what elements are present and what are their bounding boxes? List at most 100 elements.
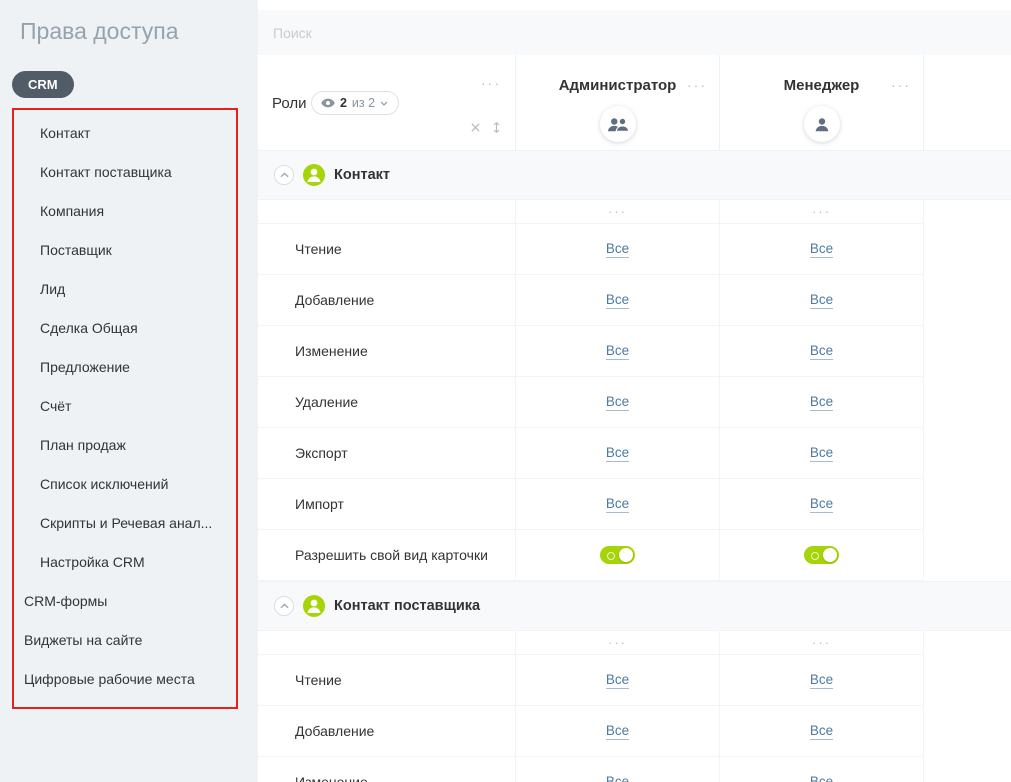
permission-label: Добавление — [258, 275, 516, 326]
section-header: Контакт поставщика — [258, 581, 1011, 631]
row-filler — [924, 631, 1011, 655]
permission-value-link[interactable]: Все — [606, 445, 629, 462]
row-filler — [924, 377, 1011, 428]
role-menu-ellipsis[interactable]: ··· — [687, 77, 707, 93]
permission-cell — [516, 530, 720, 581]
sidebar-item[interactable]: План продаж — [14, 426, 236, 465]
row-filler — [924, 224, 1011, 275]
filter-total: из 2 — [352, 96, 375, 110]
permission-row: Добавление Все Все — [258, 275, 1011, 326]
main-panel: Роли ··· 2 из 2 — [258, 0, 1011, 782]
column-menu-ellipsis[interactable]: ··· — [812, 635, 831, 650]
role-column-header: Менеджер··· — [720, 55, 924, 150]
permission-value-link[interactable]: Все — [606, 394, 629, 411]
search-input[interactable] — [273, 25, 974, 41]
grid-header: Роли ··· 2 из 2 — [258, 55, 1011, 150]
sidebar-item[interactable]: Предложение — [14, 348, 236, 387]
entity-person-icon — [303, 164, 325, 186]
row-filler — [924, 706, 1011, 757]
sidebar-item[interactable]: Компания — [14, 192, 236, 231]
collapse-section-button[interactable] — [274, 165, 294, 185]
sidebar-item[interactable]: Контакт поставщика — [14, 153, 236, 192]
roles-label: Роли — [272, 95, 307, 112]
person-icon[interactable] — [804, 106, 840, 142]
column-menu-row: ··· ··· — [258, 631, 1011, 655]
section-header: Контакт — [258, 150, 1011, 200]
permission-label: Добавление — [258, 706, 516, 757]
role-menu-ellipsis[interactable]: ··· — [891, 77, 911, 93]
permission-cell: Все — [720, 655, 924, 706]
search-bar — [258, 10, 1011, 55]
crm-section-badge[interactable]: CRM — [12, 71, 74, 98]
permission-value-link[interactable]: Все — [810, 241, 833, 258]
row-filler — [924, 200, 1011, 224]
permission-cell: Все — [720, 428, 924, 479]
permission-value-link[interactable]: Все — [606, 343, 629, 360]
sidebar-item[interactable]: CRM-формы — [14, 582, 236, 621]
two-person-icon[interactable] — [600, 106, 636, 142]
permission-cell: Все — [516, 479, 720, 530]
column-menu-ellipsis[interactable]: ··· — [608, 204, 627, 219]
sidebar-item[interactable]: Счёт — [14, 387, 236, 426]
sidebar-item[interactable]: Настройка CRM — [14, 543, 236, 582]
sidebar-item[interactable]: Лид — [14, 270, 236, 309]
sidebar-item[interactable]: Список исключений — [14, 465, 236, 504]
permission-label: Экспорт — [258, 428, 516, 479]
permission-value-link[interactable]: Все — [606, 774, 629, 782]
permission-cell: Все — [516, 757, 720, 782]
permission-value-link[interactable]: Все — [810, 292, 833, 309]
roles-filter-chip[interactable]: 2 из 2 — [311, 91, 399, 115]
permission-value-link[interactable]: Все — [810, 496, 833, 513]
permission-value-link[interactable]: Все — [606, 672, 629, 689]
permission-value-link[interactable]: Все — [810, 445, 833, 462]
sidebar-item[interactable]: Сделка Общая — [14, 309, 236, 348]
roles-menu-ellipsis[interactable]: ··· — [481, 75, 501, 91]
permission-cell: Все — [516, 275, 720, 326]
permission-cell: Все — [720, 326, 924, 377]
permission-cell: Все — [516, 224, 720, 275]
permission-cell: Все — [516, 655, 720, 706]
collapse-all-icon[interactable] — [470, 122, 481, 133]
toggle-switch[interactable] — [600, 546, 635, 564]
permission-cell: Все — [516, 428, 720, 479]
collapse-section-button[interactable] — [274, 596, 294, 616]
sidebar-item[interactable]: Скрипты и Речевая анал... — [14, 504, 236, 543]
sidebar-item[interactable]: Контакт — [14, 114, 236, 153]
role-name: Администратор — [559, 77, 677, 94]
permission-value-link[interactable]: Все — [606, 723, 629, 740]
permission-value-link[interactable]: Все — [810, 394, 833, 411]
roles-tools — [470, 121, 501, 134]
permission-cell: Все — [720, 706, 924, 757]
permission-value-link[interactable]: Все — [606, 496, 629, 513]
permission-value-link[interactable]: Все — [810, 774, 833, 782]
permission-row: ИмпортВсеВсе — [258, 479, 1011, 530]
permission-cell: Все — [720, 377, 924, 428]
sidebar-item[interactable]: Цифровые рабочие места — [14, 660, 236, 699]
permission-value-link[interactable]: Все — [810, 723, 833, 740]
permission-value-link[interactable]: Все — [810, 343, 833, 360]
permission-row: Удаление Все Все — [258, 377, 1011, 428]
permission-value-link[interactable]: Все — [606, 241, 629, 258]
permission-cell: Все — [720, 757, 924, 782]
column-menu-ellipsis[interactable]: ··· — [608, 635, 627, 650]
sort-icon[interactable] — [492, 121, 501, 134]
sidebar-item[interactable]: Виджеты на сайте — [14, 621, 236, 660]
sidebar-item[interactable]: Поставщик — [14, 231, 236, 270]
row-filler — [924, 326, 1011, 377]
permission-value-link[interactable]: Все — [606, 292, 629, 309]
column-menu-cell: ··· — [516, 200, 720, 224]
permission-label: Удаление — [258, 377, 516, 428]
section-title: Контакт — [334, 167, 390, 183]
row-filler — [924, 530, 1011, 581]
column-menu-cell: ··· — [516, 631, 720, 655]
permission-label: Чтение — [258, 655, 516, 706]
permission-cell: Все — [516, 326, 720, 377]
permission-cell: Все — [720, 275, 924, 326]
eye-icon — [321, 98, 335, 108]
header-filler — [924, 55, 1011, 150]
grid-body: Контакт ··· ··· Чтение Все Все Добавление Все Вс… — [258, 150, 1011, 782]
permission-value-link[interactable]: Все — [810, 672, 833, 689]
row-filler — [924, 757, 1011, 782]
toggle-switch[interactable] — [804, 546, 839, 564]
column-menu-ellipsis[interactable]: ··· — [812, 204, 831, 219]
